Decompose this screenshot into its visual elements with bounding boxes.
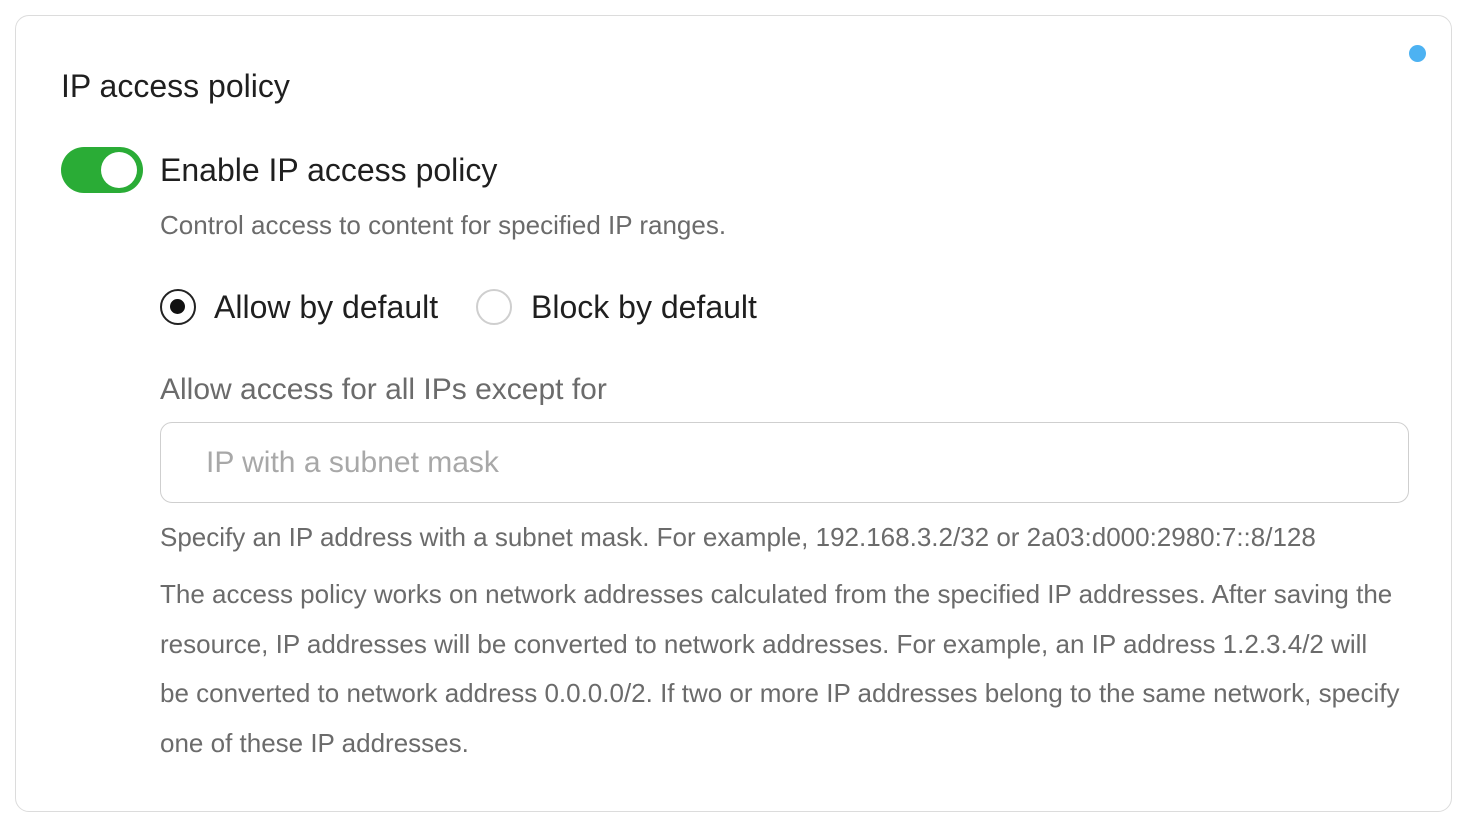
ip-subnet-input[interactable] bbox=[160, 422, 1409, 503]
block-by-default-radio[interactable] bbox=[476, 289, 512, 325]
enable-ip-policy-toggle[interactable] bbox=[61, 147, 143, 193]
radio-selected-dot bbox=[170, 299, 185, 314]
block-by-default-label[interactable]: Block by default bbox=[531, 287, 757, 327]
section-title: IP access policy bbox=[61, 68, 290, 104]
ip-access-policy-card: IP access policy Enable IP access policy… bbox=[15, 15, 1452, 812]
status-dot bbox=[1409, 45, 1426, 62]
allow-by-default-label[interactable]: Allow by default bbox=[214, 287, 438, 327]
ip-exceptions-label: Allow access for all IPs except for bbox=[160, 373, 607, 406]
network-address-note: The access policy works on network addre… bbox=[160, 579, 1400, 758]
allow-by-default-radio[interactable] bbox=[160, 289, 196, 325]
enable-ip-policy-label[interactable]: Enable IP access policy bbox=[160, 150, 497, 190]
enable-ip-policy-description: Control access to content for specified … bbox=[160, 210, 727, 240]
ip-subnet-hint: Specify an IP address with a subnet mask… bbox=[160, 522, 1316, 552]
toggle-knob bbox=[101, 152, 137, 188]
